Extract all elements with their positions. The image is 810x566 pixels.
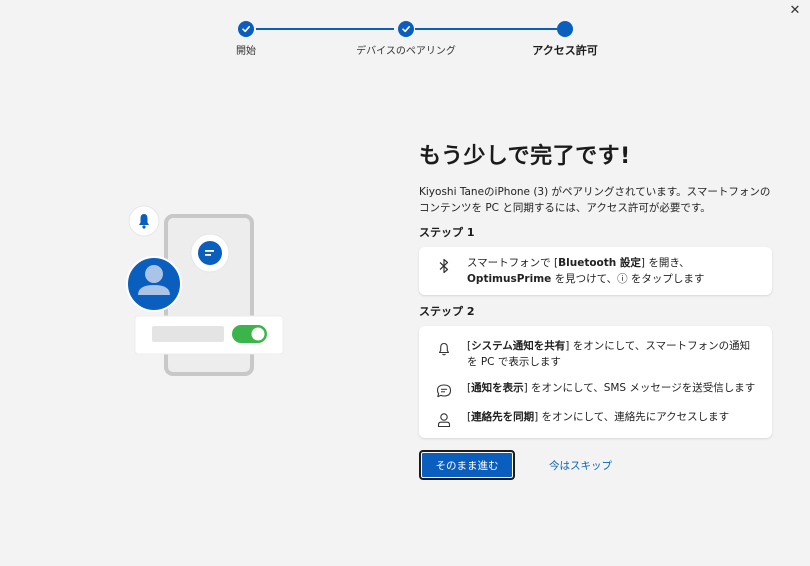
step-connector bbox=[256, 28, 394, 30]
step-1-card: スマートフォンで [Bluetooth 設定] を開き、OptimusPrime… bbox=[419, 247, 772, 295]
bluetooth-instruction: スマートフォンで [Bluetooth 設定] を開き、OptimusPrime… bbox=[431, 255, 760, 287]
bluetooth-icon bbox=[431, 258, 457, 274]
phone-illustration bbox=[120, 200, 300, 390]
step-1-heading: ステップ 1 bbox=[419, 226, 475, 239]
step-3-current-dot bbox=[557, 21, 573, 37]
bluetooth-instruction-text: スマートフォンで [Bluetooth 設定] を開き、OptimusPrime… bbox=[467, 257, 705, 285]
step-2-check-icon bbox=[398, 21, 414, 37]
message-icon bbox=[431, 383, 457, 399]
continue-button[interactable]: そのまま進む bbox=[419, 450, 515, 480]
step-label-start: 開始 bbox=[236, 46, 256, 57]
step-2-card: [システム通知を共有] をオンにして、スマートフォンの通知を PC で表示します… bbox=[419, 326, 772, 438]
description: Kiyoshi TaneのiPhone (3) がペアリングされています。スマー… bbox=[419, 186, 771, 214]
main-content: もう少しで完了です! Kiyoshi TaneのiPhone (3) がペアリン… bbox=[419, 138, 775, 480]
step-label-permission: アクセス許可 bbox=[532, 44, 598, 57]
progress-stepper: 開始 デバイスのペアリング アクセス許可 bbox=[0, 0, 810, 70]
step-label-pairing: デバイスのペアリング bbox=[356, 46, 456, 57]
person-icon bbox=[431, 412, 457, 428]
bell-icon bbox=[431, 341, 457, 357]
notification-instruction-text: [システム通知を共有] をオンにして、スマートフォンの通知を PC で表示します bbox=[467, 340, 751, 368]
contacts-instruction: [連絡先を同期] をオンにして、連絡先にアクセスします bbox=[431, 409, 760, 428]
message-instruction: [通知を表示] をオンにして、SMS メッセージを送受信します bbox=[431, 380, 760, 399]
contacts-instruction-text: [連絡先を同期] をオンにして、連絡先にアクセスします bbox=[467, 411, 730, 423]
step-1-check-icon bbox=[238, 21, 254, 37]
step-connector bbox=[415, 28, 557, 30]
page-title: もう少しで完了です! bbox=[419, 144, 631, 169]
notification-instruction: [システム通知を共有] をオンにして、スマートフォンの通知を PC で表示します bbox=[431, 338, 760, 370]
message-instruction-text: [通知を表示] をオンにして、SMS メッセージを送受信します bbox=[467, 382, 756, 394]
step-2-heading: ステップ 2 bbox=[419, 305, 475, 318]
action-bar: そのまま進む 今はスキップ bbox=[419, 450, 775, 480]
skip-link[interactable]: 今はスキップ bbox=[549, 458, 612, 473]
